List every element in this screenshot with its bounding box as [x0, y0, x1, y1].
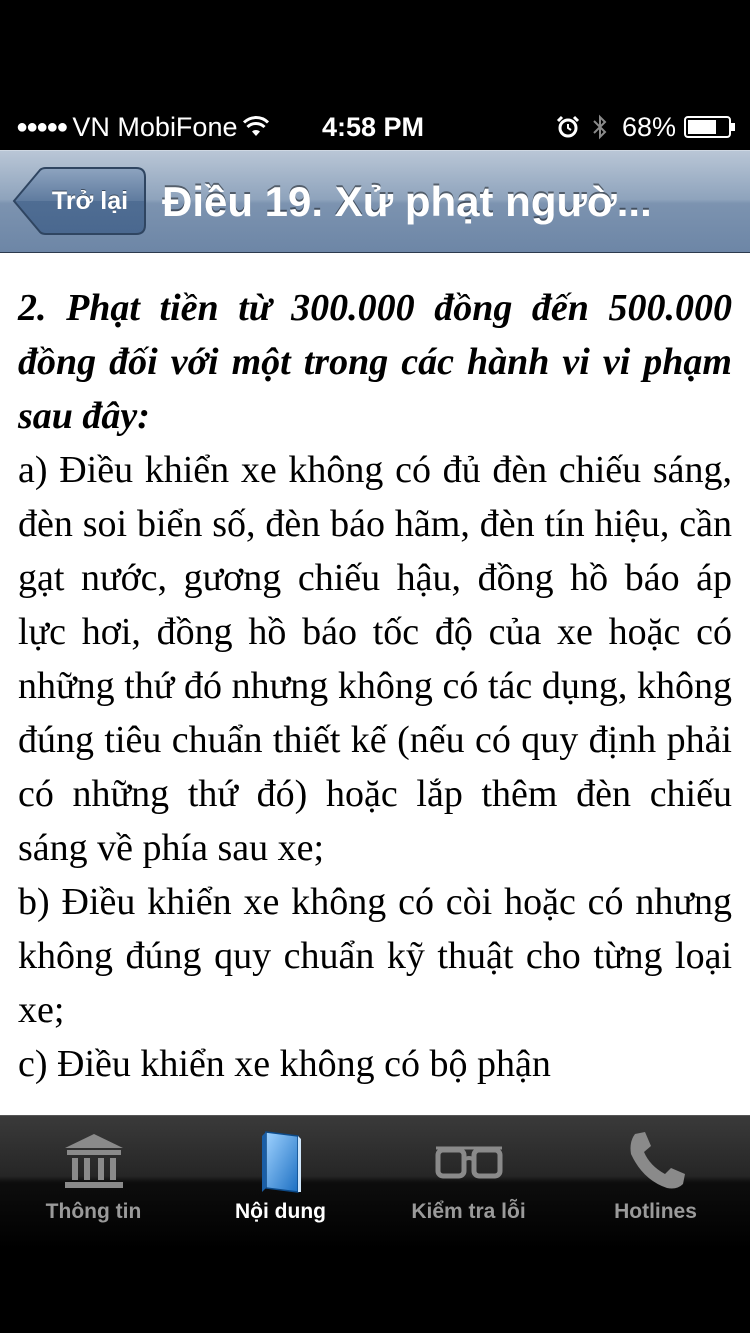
tab-thong-tin[interactable]: Thông tin [0, 1116, 187, 1250]
tab-label: Kiểm tra lỗi [411, 1200, 526, 1223]
tab-hotlines[interactable]: Hotlines [562, 1116, 749, 1250]
back-button[interactable]: Trở lại [12, 167, 146, 235]
navigation-bar: Trở lại Điều 19. Xử phạt ngườ... [0, 150, 750, 253]
article-item: c) Điều khiển xe không có bộ phận [18, 1043, 551, 1085]
status-right: 68% [556, 104, 736, 150]
wifi-icon [243, 116, 270, 136]
tab-label: Hotlines [614, 1200, 697, 1223]
back-button-label: Trở lại [51, 186, 129, 215]
tab-label: Thông tin [45, 1200, 142, 1223]
alarm-icon [556, 115, 580, 138]
article-item: a) Điều khiển xe không có đủ đèn chiếu s… [18, 449, 732, 869]
tab-bar: Thông tin Nội dung Kiểm tra lỗi Hotlines [0, 1115, 750, 1249]
tab-label: Nội dung [235, 1200, 326, 1223]
page-title: Điều 19. Xử phạt ngườ... [162, 178, 652, 225]
glasses-icon [435, 1146, 502, 1179]
status-left: ●●●●● VN MobiFone [16, 104, 273, 150]
article-heading: 2. Phạt tiền từ 300.000 đồng đến 500.000… [18, 287, 732, 437]
status-time: 4:58 PM [322, 111, 425, 142]
article-text: 2. Phạt tiền từ 300.000 đồng đến 500.000… [0, 253, 750, 1091]
article-item: b) Điều khiển xe không có còi hoặc có nh… [18, 881, 732, 1031]
bluetooth-icon [593, 114, 607, 140]
building-icon [64, 1134, 123, 1188]
battery-icon [684, 116, 735, 138]
signal-strength-icon: ●●●●● [16, 115, 68, 138]
tab-kiem-tra-loi[interactable]: Kiểm tra lỗi [375, 1116, 562, 1250]
carrier-name: VN MobiFone [72, 111, 238, 142]
content-area[interactable]: 2. Phạt tiền từ 300.000 đồng đến 500.000… [0, 253, 750, 1115]
tab-noi-dung[interactable]: Nội dung [187, 1116, 374, 1250]
phone-icon [630, 1132, 685, 1189]
battery-percentage: 68% [621, 111, 676, 142]
status-bar: ●●●●● VN MobiFone 4:58 PM 68% [0, 104, 750, 150]
book-icon [261, 1131, 301, 1193]
